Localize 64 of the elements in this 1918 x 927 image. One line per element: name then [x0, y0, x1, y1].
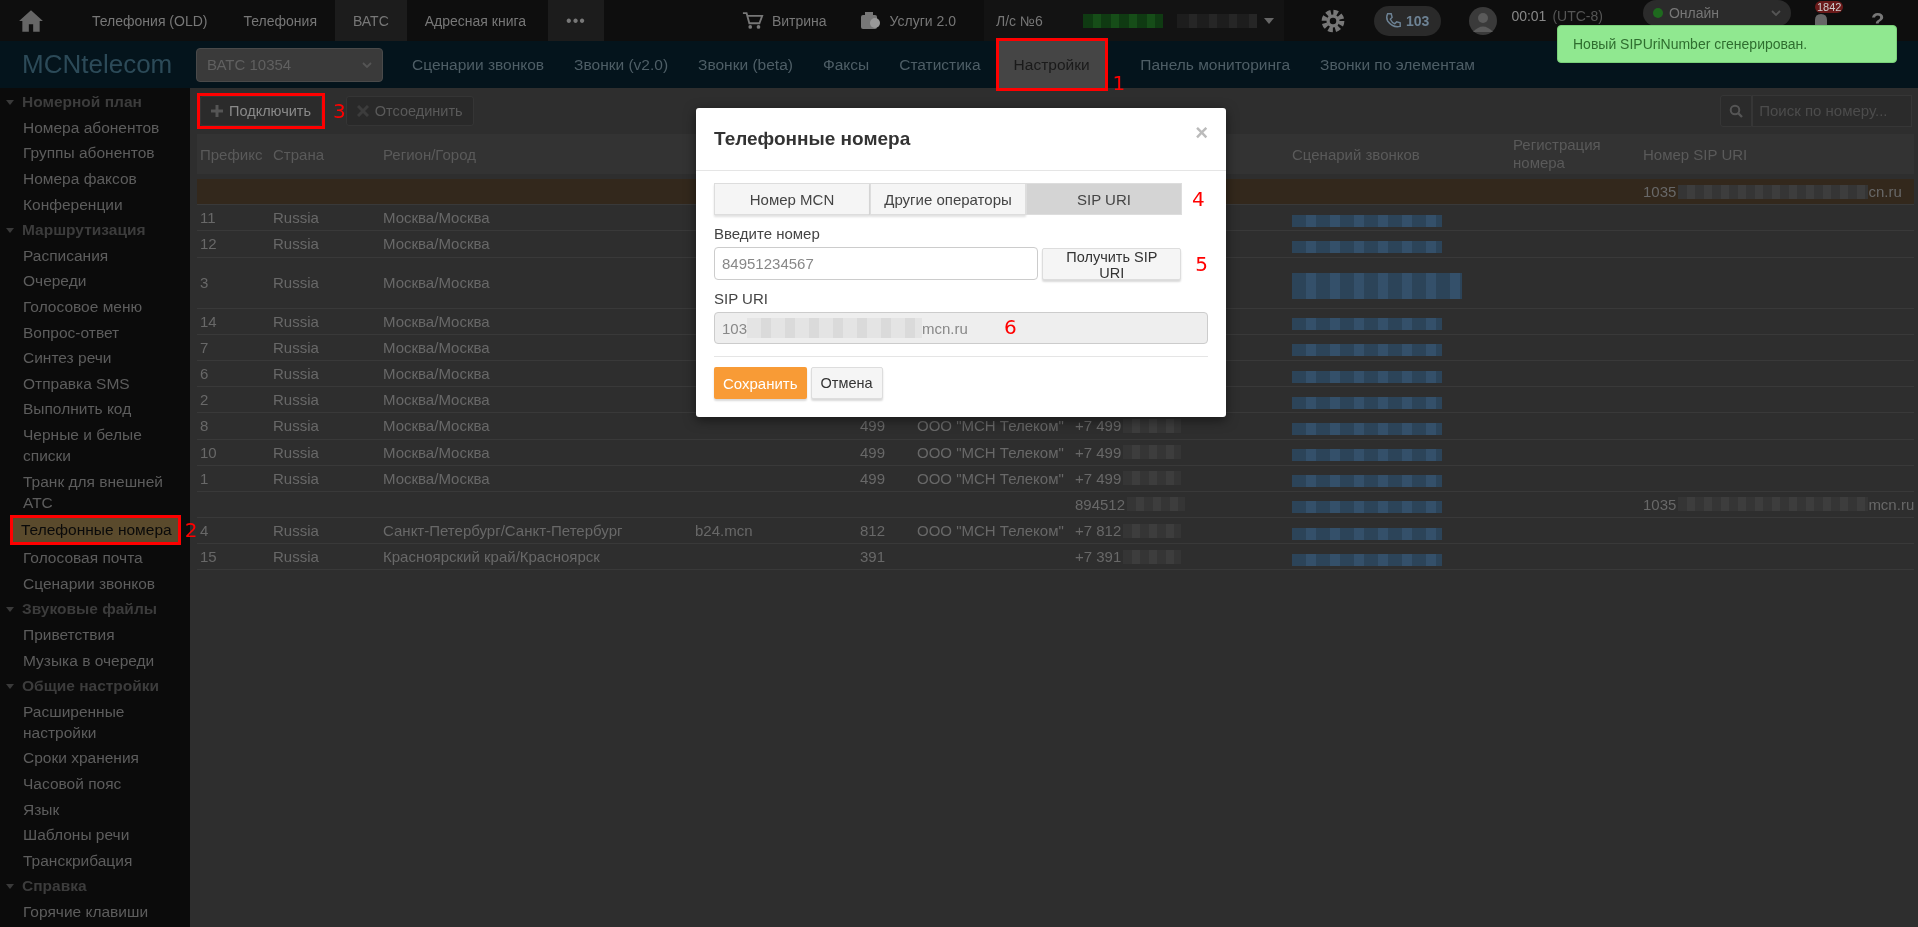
table-cell: +7 499 [1075, 469, 1182, 487]
table-cell: ООО "МСН Телеком" [917, 417, 1064, 435]
table-cell: 499 [860, 417, 886, 435]
notification-badge: 1842 [1814, 0, 1844, 13]
table-cell: 391 [860, 548, 886, 566]
table-cell: 11 [200, 209, 216, 227]
table-cell: Москва/Москва [383, 417, 490, 435]
table-cell: 2 [200, 391, 209, 409]
table-cell: 12 [200, 235, 217, 253]
table-cell: 8 [200, 417, 209, 435]
table-cell: Москва/Москва [383, 235, 490, 253]
table-cell: +7 499 [1075, 417, 1182, 435]
table-cell: Russia [273, 469, 319, 487]
table-cell: 1035 mcn.ru [1643, 495, 1915, 513]
table-cell: ООО "МСН Телеком" [917, 443, 1064, 461]
table-cell: Russia [273, 391, 319, 409]
table-cell: Санкт-Петербург/Санкт-Петербург [383, 522, 623, 540]
table-cell: ООО "МСН Телеком" [917, 522, 1064, 540]
table-cell: Москва/Москва [383, 312, 490, 330]
table-cell: ООО "МСН Телеком" [917, 469, 1064, 487]
dialog-title: Телефонные номера [714, 128, 911, 150]
field-label: SIP URI [714, 290, 769, 307]
table-cell: 6 [200, 365, 209, 383]
table-cell: 1035 cn.ru [1643, 183, 1902, 201]
table-cell: +7 812 [1075, 522, 1182, 540]
timezone-label: (UTC-8) [1552, 7, 1603, 24]
table-cell: Москва/Москва [383, 338, 490, 356]
table-cell: Москва/Москва [383, 209, 490, 227]
table-cell: 812 [860, 522, 886, 540]
table-cell: Russia [273, 312, 319, 330]
table-cell: Russia [273, 522, 319, 540]
table-cell: 894512 [1075, 495, 1186, 513]
callout-number: 3 [333, 98, 346, 123]
callout-number: 2 [184, 517, 198, 542]
table-cell: Russia [273, 548, 319, 566]
table-cell: 10 [200, 443, 217, 461]
callout-number: 5 [1195, 251, 1208, 276]
notification-toast: Новый SIPUriNumber сгенерирован. [1557, 25, 1897, 63]
table-cell: Russia [273, 235, 319, 253]
call-timer: 00:01 [1511, 7, 1547, 24]
table-cell: Москва/Москва [383, 443, 490, 461]
table-cell: Москва/Москва [383, 274, 490, 292]
table-cell: Russia [273, 274, 319, 292]
table-cell: Москва/Москва [383, 391, 490, 409]
table-cell: Москва/Москва [383, 469, 490, 487]
table-cell: b24.mcn [695, 522, 753, 540]
table-cell: +7 391 [1075, 548, 1182, 566]
table-cell: +7 499 [1075, 443, 1182, 461]
table-cell: Russia [273, 443, 319, 461]
table-cell: 4 [200, 522, 209, 540]
table-cell: Москва/Москва [383, 365, 490, 383]
table-cell: 3 [200, 274, 209, 292]
table-cell: 7 [200, 338, 209, 356]
table-cell: 15 [200, 548, 217, 566]
table-cell: 1 [200, 469, 209, 487]
table-cell: 499 [860, 443, 886, 461]
table-cell: Russia [273, 365, 319, 383]
table-cell: Russia [273, 209, 319, 227]
table-cell: Russia [273, 417, 319, 435]
table-cell: 499 [860, 469, 886, 487]
table-cell: Красноярский край/Красноярск [383, 548, 600, 566]
table-cell: 14 [200, 312, 217, 330]
callout-number: 1 [1112, 72, 1126, 94]
table-cell: Russia [273, 338, 319, 356]
